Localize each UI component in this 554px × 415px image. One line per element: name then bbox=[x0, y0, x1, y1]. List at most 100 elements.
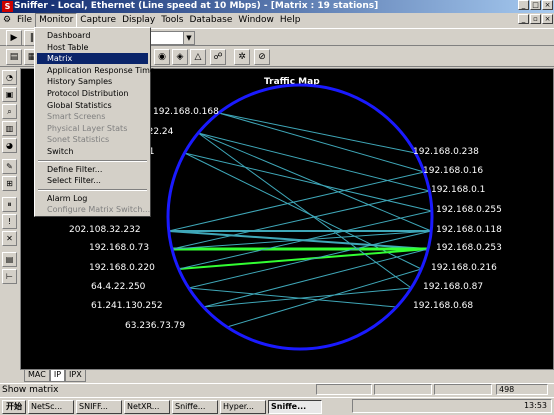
host-label-right[interactable]: 192.168.0.1 bbox=[431, 185, 485, 195]
monitor-menu-item: Configure Matrix Switch... bbox=[47, 205, 151, 215]
traffic-link bbox=[188, 287, 397, 308]
menu-help[interactable]: Help bbox=[277, 14, 304, 27]
host-label-left[interactable]: 192.168.0.73 bbox=[89, 243, 149, 253]
menu-tools[interactable]: Tools bbox=[158, 14, 186, 27]
mdi-minimize-button[interactable]: _ bbox=[518, 14, 529, 24]
mdi-app-icon[interactable]: ⚙ bbox=[0, 14, 14, 27]
menu-capture[interactable]: Capture bbox=[77, 14, 119, 27]
host-table-icon[interactable]: ▣ bbox=[2, 87, 17, 102]
menu-display[interactable]: Display bbox=[119, 14, 158, 27]
host-label-right[interactable]: 192.168.0.253 bbox=[436, 243, 502, 253]
host-label-left[interactable]: 202.108.32.232 bbox=[69, 225, 141, 235]
menu-window[interactable]: Window bbox=[235, 14, 277, 27]
close-button[interactable]: × bbox=[542, 0, 553, 10]
host-label-left[interactable]: 192.168.0.220 bbox=[89, 263, 155, 273]
host-label-right[interactable]: 192.168.0.16 bbox=[423, 166, 483, 176]
monitor-menu-dropdown: Dashboard Host Table Matrix Application Res… bbox=[34, 27, 155, 217]
traffic-link bbox=[198, 132, 430, 192]
menu-database[interactable]: Database bbox=[186, 14, 235, 27]
monitor-menu-item[interactable]: Alarm Log bbox=[37, 193, 148, 204]
monitor-menu-item[interactable]: Dashboard bbox=[37, 30, 148, 41]
start-button[interactable]: 开始 bbox=[2, 399, 26, 414]
minimize-button[interactable]: _ bbox=[518, 0, 529, 10]
wrench-icon[interactable]: ✎ bbox=[2, 159, 17, 174]
filter-icon[interactable]: ⊞ bbox=[2, 176, 17, 191]
left-toolbar: ◔ ▣ ⌕ ▥ ◕ ✎ ⊞ ⏸ ! ✕ ▤ ⊢ bbox=[2, 70, 18, 350]
sniffer-app-icon[interactable]: S bbox=[2, 1, 13, 12]
menu-monitor[interactable]: Monitor bbox=[35, 12, 78, 28]
tab-ipx[interactable]: IPX bbox=[65, 370, 86, 382]
adapter-select[interactable]: ▼ bbox=[150, 31, 195, 45]
pie-chart-icon[interactable]: ◕ bbox=[2, 138, 17, 153]
status-panel-3 bbox=[434, 384, 492, 395]
traffic-link bbox=[168, 171, 425, 232]
status-panel-1 bbox=[316, 384, 372, 395]
expert-icon[interactable]: ☍ bbox=[210, 49, 226, 65]
status-count: 498 bbox=[496, 384, 548, 395]
monitor-menu-item[interactable]: Select Filter... bbox=[37, 175, 148, 186]
task-hyperterminal[interactable]: Hyper... bbox=[220, 399, 266, 414]
monitor-menu-item[interactable]: History Samples bbox=[37, 76, 148, 87]
traffic-link bbox=[218, 112, 416, 154]
monitor-menu-item[interactable]: Global Statistics bbox=[37, 100, 148, 111]
monitor-menu-item[interactable]: Host Table bbox=[37, 42, 148, 53]
status-text: Show matrix bbox=[2, 385, 59, 395]
task-sniffer-2[interactable]: Sniffe... bbox=[172, 399, 218, 414]
alert-icon[interactable]: ! bbox=[2, 214, 17, 229]
monitor-menu-item[interactable]: Application Response Time bbox=[37, 65, 155, 76]
host-label-left[interactable]: 63.236.73.79 bbox=[125, 321, 185, 331]
protocol-tabs: MAC IP IPX bbox=[24, 370, 86, 382]
host-label-right[interactable]: 192.168.0.118 bbox=[436, 225, 502, 235]
alarm-icon[interactable]: △ bbox=[190, 49, 206, 65]
host-label-left[interactable]: 64.4.22.250 bbox=[91, 282, 145, 292]
host-label-left[interactable]: 192.168.0.168 bbox=[153, 107, 219, 117]
host-label-right[interactable]: 192.168.0.216 bbox=[431, 263, 497, 273]
status-panel-2 bbox=[374, 384, 432, 395]
open-icon[interactable]: ▤ bbox=[6, 49, 22, 65]
chevron-down-icon[interactable]: ▼ bbox=[183, 32, 194, 44]
matrix-icon[interactable]: ▥ bbox=[2, 121, 17, 136]
window-controls: _ □ × bbox=[518, 0, 553, 10]
menu-separator bbox=[38, 188, 147, 191]
monitor-menu-item: Sonet Statistics bbox=[47, 135, 110, 145]
task-sniff-1[interactable]: SNIFF... bbox=[76, 399, 122, 414]
task-netscan[interactable]: NetSc... bbox=[28, 399, 74, 414]
search-icon[interactable]: ⌕ bbox=[2, 104, 17, 119]
tray-clock: 13:53 bbox=[523, 401, 547, 410]
monitor-menu-item[interactable]: Define Filter... bbox=[37, 164, 148, 175]
traffic-links bbox=[168, 112, 432, 328]
settings-icon[interactable]: ✲ bbox=[234, 49, 250, 65]
host-label-right[interactable]: 192.168.0.68 bbox=[413, 301, 473, 311]
monitor-menu-item[interactable]: Switch bbox=[37, 146, 148, 157]
maximize-button[interactable]: □ bbox=[530, 0, 541, 10]
tree-icon[interactable]: ⊢ bbox=[2, 269, 17, 284]
mdi-window-controls: _ ▫ × bbox=[518, 14, 553, 24]
network-icon[interactable]: ◈ bbox=[172, 49, 188, 65]
stop-icon[interactable]: ⊘ bbox=[254, 49, 270, 65]
task-netxray[interactable]: NetXR... bbox=[124, 399, 170, 414]
dashboard-icon[interactable]: ◔ bbox=[2, 70, 17, 85]
title-bar: S Sniffer - Local, Ethernet (Line speed … bbox=[0, 0, 554, 13]
mdi-restore-button[interactable]: ▫ bbox=[530, 14, 541, 24]
host-label-left[interactable]: 61.241.130.252 bbox=[91, 301, 163, 311]
monitor-menu-item[interactable]: Protocol Distribution bbox=[37, 88, 148, 99]
menu-bar: ⚙ File Monitor Capture Display Tools Dat… bbox=[0, 12, 554, 28]
monitor-menu-item[interactable]: Matrix bbox=[37, 53, 148, 65]
traffic-map-circle bbox=[166, 83, 434, 351]
mdi-close-button[interactable]: × bbox=[542, 14, 553, 24]
monitor-menu-item: Physical Layer Stats bbox=[47, 123, 128, 133]
host-label-right[interactable]: 192.168.0.87 bbox=[423, 282, 483, 292]
system-tray: 13:53 bbox=[352, 399, 552, 413]
tab-ip[interactable]: IP bbox=[49, 370, 66, 382]
task-sniffer-active[interactable]: Sniffe... bbox=[268, 399, 322, 414]
traffic-link bbox=[203, 287, 412, 308]
start-capture-icon[interactable]: ▶ bbox=[6, 30, 22, 46]
pause-capture-icon[interactable]: ⏸ bbox=[2, 197, 17, 212]
globe-icon[interactable]: ◉ bbox=[154, 49, 170, 65]
host-label-right[interactable]: 192.168.0.238 bbox=[413, 147, 479, 157]
report-icon[interactable]: ▤ bbox=[2, 252, 17, 267]
host-label-right[interactable]: 192.168.0.255 bbox=[436, 205, 502, 215]
menu-file[interactable]: File bbox=[14, 14, 35, 27]
tab-mac[interactable]: MAC bbox=[24, 370, 50, 382]
cancel-icon[interactable]: ✕ bbox=[2, 231, 17, 246]
